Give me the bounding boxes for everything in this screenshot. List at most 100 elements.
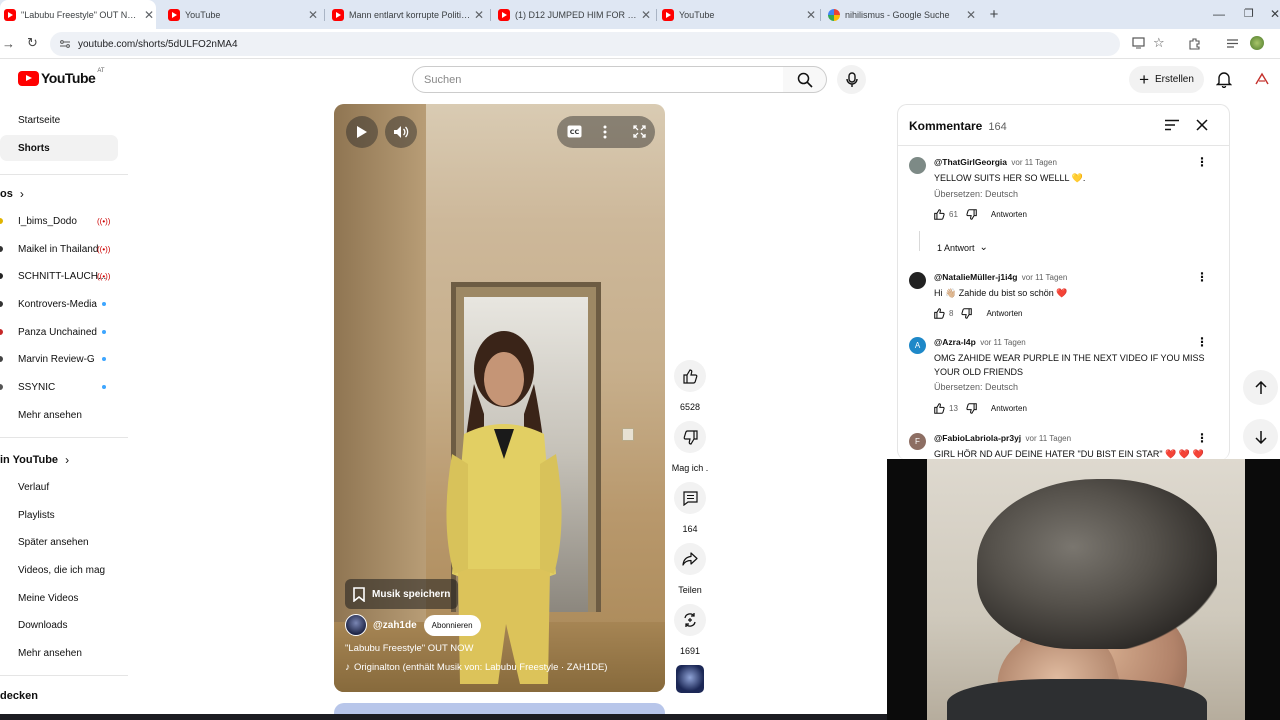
subscription-item[interactable]: Panza Unchained [0, 319, 118, 345]
thumbs-up-icon[interactable] [934, 403, 945, 414]
subscriptions-heading[interactable]: os › [0, 187, 24, 201]
site-info-icon[interactable] [59, 38, 71, 50]
cast-icon[interactable] [1132, 37, 1145, 49]
comment-age[interactable]: vor 11 Tagen [1022, 273, 1068, 282]
show-more-subscriptions[interactable]: Mehr ansehen [0, 402, 118, 428]
you-heading[interactable]: in YouTube › [0, 453, 69, 467]
close-tab-icon[interactable]: ✕ [639, 8, 653, 22]
browser-tab[interactable]: YouTube ✕ [164, 0, 320, 29]
browser-tab[interactable]: Mann entlarvt korrupte Politiker ✕ [330, 0, 486, 29]
subscription-item[interactable]: I_bims_Dodo ((•)) [0, 208, 118, 234]
closed-captions-icon[interactable]: CC [567, 125, 582, 138]
commenter-avatar[interactable]: F [909, 433, 926, 450]
sidebar-item-shorts[interactable]: Shorts [0, 135, 118, 161]
commenter-avatar[interactable] [909, 272, 926, 289]
sort-icon[interactable] [1164, 119, 1180, 131]
close-icon[interactable] [1196, 119, 1208, 131]
minimize-icon[interactable]: — [1213, 7, 1225, 21]
mute-button[interactable] [385, 116, 417, 148]
close-tab-icon[interactable]: ✕ [804, 8, 818, 22]
sound-link[interactable]: ♪ Originalton (enthält Musik von: Labubu… [345, 662, 607, 673]
thumbs-down-icon[interactable] [966, 403, 977, 414]
sidebar-item-liked-videos[interactable]: Videos, die ich mag [0, 557, 118, 583]
create-button[interactable]: + Erstellen [1129, 66, 1204, 93]
thumbs-up-icon[interactable] [934, 209, 945, 220]
subscription-item[interactable]: SCHNITT-LAUCH... ((•)) [0, 263, 118, 289]
play-button[interactable] [346, 116, 378, 148]
fullscreen-icon[interactable] [633, 125, 646, 138]
sidebar-item-downloads[interactable]: Downloads [0, 612, 118, 638]
view-replies-button[interactable]: 1 Antwort ⌄ [937, 242, 988, 253]
sidebar-item-playlists[interactable]: Playlists [0, 502, 118, 528]
reading-list-icon[interactable] [1226, 37, 1239, 50]
next-short-button[interactable] [1243, 419, 1278, 454]
comment-menu-icon[interactable]: ⋮ [1196, 431, 1208, 445]
thumbs-up-icon[interactable] [934, 308, 945, 319]
comment-author[interactable]: @ThatGirlGeorgia [934, 157, 1007, 167]
youtube-logo[interactable]: YouTube AT [18, 68, 105, 86]
browser-tab[interactable]: (1) D12 JUMPED HIM FOR DISS ✕ [496, 0, 653, 29]
commenter-avatar[interactable] [909, 157, 926, 174]
close-tab-icon[interactable]: ✕ [142, 8, 156, 22]
sidebar-item-home[interactable]: Startseite [0, 107, 118, 133]
subscription-item[interactable]: Kontrovers-Media [0, 291, 118, 317]
comment-author[interactable]: @Azra-l4p [934, 337, 976, 347]
show-more-you[interactable]: Mehr ansehen [0, 640, 118, 666]
subscribe-button[interactable]: Abonnieren [423, 614, 481, 636]
comment-author[interactable]: @NatalieMüller-j1i4g [934, 272, 1017, 282]
translate-link[interactable]: Übersetzen: Deutsch [934, 189, 1018, 199]
channel-handle[interactable]: @zah1de [373, 620, 417, 631]
comments-button[interactable] [674, 482, 706, 514]
translate-link[interactable]: Übersetzen: Deutsch [934, 382, 1018, 392]
bookmark-star-icon[interactable]: ☆ [1153, 35, 1165, 51]
restore-icon[interactable]: ❐ [1244, 7, 1254, 20]
sound-thumbnail[interactable] [676, 665, 704, 693]
sidebar-item-watch-later[interactable]: Später ansehen [0, 529, 118, 555]
save-music-button[interactable]: Musik speichern [345, 579, 459, 609]
channel-avatar[interactable] [345, 614, 367, 636]
thumbs-down-icon[interactable] [961, 308, 973, 319]
comment-menu-icon[interactable]: ⋮ [1196, 155, 1208, 169]
comment-age[interactable]: vor 11 Tagen [980, 338, 1026, 347]
address-bar[interactable]: youtube.com/shorts/5dULFO2nMA4 ☆ [50, 32, 1165, 56]
comment-age[interactable]: vor 11 Tagen [1026, 434, 1072, 443]
share-button[interactable] [674, 543, 706, 575]
more-options-icon[interactable] [603, 125, 607, 139]
thumbs-down-icon[interactable] [966, 209, 977, 220]
close-tab-icon[interactable]: ✕ [964, 8, 978, 22]
subscription-item[interactable]: SSYNIC [0, 374, 118, 400]
notifications-bell-icon[interactable] [1216, 70, 1232, 88]
remix-button[interactable] [674, 604, 706, 636]
forward-icon[interactable]: → [2, 36, 15, 51]
voice-search-button[interactable] [837, 65, 866, 94]
search-input[interactable]: Suchen [412, 66, 784, 93]
browser-tab-active[interactable]: "Labubu Freestyle" OUT NOW ✕ [0, 0, 156, 29]
browser-tab[interactable]: YouTube ✕ [660, 0, 818, 29]
commenter-avatar[interactable]: A [909, 337, 926, 354]
close-tab-icon[interactable]: ✕ [306, 8, 320, 22]
like-button[interactable] [674, 360, 706, 392]
reply-button[interactable]: Antworten [986, 309, 1022, 318]
sidebar-item-history[interactable]: Verlauf [0, 474, 118, 500]
reply-button[interactable]: Antworten [991, 210, 1027, 219]
browser-tab[interactable]: nihilismus - Google Suche ✕ [826, 0, 978, 29]
subscription-item[interactable]: Marvin Review-G [0, 346, 118, 372]
account-avatar[interactable] [1254, 72, 1270, 86]
profile-avatar[interactable] [1250, 36, 1264, 50]
search-button[interactable] [783, 66, 827, 93]
comment-menu-icon[interactable]: ⋮ [1196, 335, 1208, 349]
shorts-video-player[interactable]: CC Musik speichern @zah1de Abonnieren "L… [334, 104, 665, 692]
comment-menu-icon[interactable]: ⋮ [1196, 270, 1208, 284]
close-tab-icon[interactable]: ✕ [472, 8, 486, 22]
extensions-icon[interactable] [1188, 37, 1201, 50]
subscription-item[interactable]: Maikel in Thailand ((•)) [0, 236, 118, 262]
comment-age[interactable]: vor 11 Tagen [1011, 158, 1057, 167]
dislike-button[interactable] [674, 421, 706, 453]
sidebar-item-my-videos[interactable]: Meine Videos [0, 585, 118, 611]
close-window-icon[interactable]: ✕ [1270, 7, 1280, 21]
reply-button[interactable]: Antworten [991, 404, 1027, 413]
new-tab-button[interactable]: + [986, 0, 1002, 29]
reload-icon[interactable]: ↻ [27, 35, 38, 51]
comment-author[interactable]: @FabioLabriola-pr3yj [934, 433, 1021, 443]
previous-short-button[interactable] [1243, 370, 1278, 405]
